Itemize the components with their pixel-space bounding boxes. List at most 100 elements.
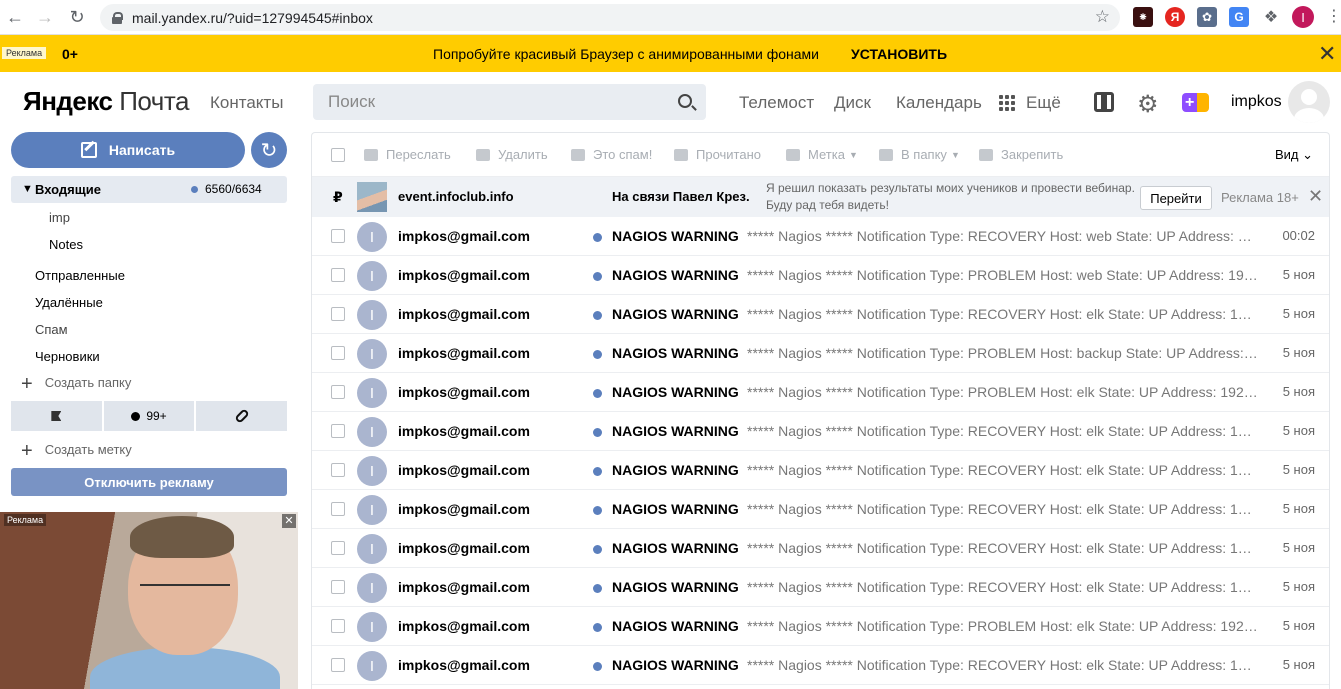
spam-button[interactable]: Это спам! [571,147,652,162]
ad-close-icon[interactable]: ✕ [1308,186,1323,207]
theme-icon[interactable] [1094,92,1114,112]
message-checkbox[interactable] [331,502,345,516]
unread-dot-icon[interactable] [593,623,602,632]
message-row[interactable]: Iimpkos@gmail.com NAGIOS WARNING ***** Nag… [312,646,1329,685]
browser-menu-icon[interactable]: ⋮ [1326,7,1341,27]
banner-install-button[interactable]: УСТАНОВИТЬ [851,46,947,62]
apps-grid-icon[interactable] [999,95,1015,111]
yandex-extension-icon[interactable]: Я [1165,7,1185,27]
message-checkbox[interactable] [331,580,345,594]
settings-gear-icon[interactable]: ⚙ [1137,90,1159,119]
unread-dot-icon[interactable] [593,311,602,320]
sender-avatar[interactable]: I [357,339,387,369]
mark-read-button[interactable]: Прочитано [674,147,761,162]
unread-dot-icon[interactable] [593,272,602,281]
banner-message[interactable]: Попробуйте красивый Браузер с анимирован… [433,46,819,62]
message-checkbox[interactable] [331,307,345,321]
attachments-filter[interactable] [196,401,288,431]
move-folder-dropdown[interactable]: В папку ▼ [879,147,960,162]
sender-avatar[interactable]: I [357,417,387,447]
collapse-triangle-icon[interactable]: ▼ [22,183,33,195]
ad-go-button[interactable]: Перейти [1140,186,1212,210]
yandex-mail-logo[interactable]: Яндекс Почта [23,86,189,117]
sender-avatar[interactable]: I [357,573,387,603]
message-checkbox[interactable] [331,424,345,438]
address-bar[interactable]: mail.yandex.ru/?uid=127994545#inbox ☆ [100,4,1120,31]
user-avatar[interactable] [1288,81,1330,123]
create-label-link[interactable]: + Создать метку [21,440,132,463]
sender-avatar[interactable]: I [357,534,387,564]
unread-dot-icon[interactable] [593,662,602,671]
sender-avatar[interactable]: I [357,456,387,486]
yandex-plus-badge[interactable]: + [1182,93,1209,112]
message-row[interactable]: Iimpkos@gmail.com NAGIOS WARNING ***** Nag… [312,373,1329,412]
message-row[interactable]: Iimpkos@gmail.com NAGIOS WARNING ***** Nag… [312,451,1329,490]
banner-close-icon[interactable]: ✕ [1318,41,1336,67]
message-row[interactable]: Iimpkos@gmail.com NAGIOS WARNING ***** Nag… [312,412,1329,451]
folder-deleted[interactable]: Удалённые [35,295,103,310]
folder-sent[interactable]: Отправленные [35,268,125,283]
sender-avatar[interactable]: I [357,612,387,642]
disk-link[interactable]: Диск [834,93,871,113]
disable-ads-button[interactable]: Отключить рекламу [11,468,287,496]
message-row[interactable]: Iimpkos@gmail.com NAGIOS WARNING ***** Nag… [312,334,1329,373]
pdf-extension-icon[interactable]: ⁕ [1133,7,1153,27]
sender-avatar[interactable]: I [357,378,387,408]
message-row[interactable]: Iimpkos@gmail.com NAGIOS WARNING ***** Nag… [312,295,1329,334]
select-all-checkbox[interactable] [331,148,345,162]
profile-avatar[interactable]: I [1292,6,1314,28]
sidebar-ad-image[interactable]: Реклама ✕ [0,512,298,689]
forward-arrow-icon[interactable]: → [32,4,58,30]
sender-avatar[interactable]: I [357,300,387,330]
bookmark-star-icon[interactable]: ☆ [1095,7,1110,27]
back-arrow-icon[interactable]: ← [2,4,28,30]
telemost-link[interactable]: Телемост [739,93,814,113]
message-row[interactable]: Iimpkos@gmail.com NAGIOS WARNING ***** Nag… [312,568,1329,607]
more-link[interactable]: Ещё [1026,93,1061,113]
extensions-icon[interactable]: ❖ [1261,7,1281,27]
unread-dot-icon[interactable] [593,389,602,398]
message-row[interactable]: Iimpkos@gmail.com NAGIOS WARNING ***** Nag… [312,217,1329,256]
delete-button[interactable]: Удалить [476,147,548,162]
sender-avatar[interactable]: I [357,495,387,525]
folder-inbox[interactable]: ▼ Входящие 6560/6634 [11,176,287,203]
search-input[interactable]: Поиск [313,84,706,120]
message-row[interactable]: Iimpkos@gmail.com NAGIOS WARNING ***** Nag… [312,607,1329,646]
message-checkbox[interactable] [331,229,345,243]
sidebar-ad-close-icon[interactable]: ✕ [282,514,296,528]
pin-button[interactable]: Закрепить [979,147,1063,162]
username[interactable]: impkos [1231,93,1282,111]
message-row[interactable]: Iimpkos@gmail.com NAGIOS WARNING ***** Nag… [312,490,1329,529]
unread-dot-icon[interactable] [593,506,602,515]
unread-dot-icon[interactable] [593,428,602,437]
contacts-link[interactable]: Контакты [210,93,283,113]
reload-icon[interactable]: ↻ [64,4,90,30]
translate-extension-icon[interactable]: G [1229,7,1249,27]
label-dropdown[interactable]: Метка ▼ [786,147,858,162]
folder-drafts[interactable]: Черновики [35,349,100,364]
sender-avatar[interactable]: I [357,651,387,681]
message-checkbox[interactable] [331,346,345,360]
ad-message-row[interactable]: ₽ event.infoclub.info На связи Павел Кре… [312,177,1329,217]
forward-button[interactable]: Переслать [364,147,451,162]
message-checkbox[interactable] [331,385,345,399]
message-checkbox[interactable] [331,463,345,477]
unread-dot-icon[interactable] [593,350,602,359]
message-checkbox[interactable] [331,541,345,555]
view-dropdown[interactable]: Вид ⌄ [1275,147,1313,163]
unread-dot-icon[interactable] [593,545,602,554]
sender-avatar[interactable]: I [357,222,387,252]
sender-avatar[interactable]: I [357,261,387,291]
message-row[interactable]: Iimpkos@gmail.com NAGIOS WARNING ***** Nag… [312,529,1329,568]
message-checkbox[interactable] [331,658,345,672]
create-folder-link[interactable]: + Создать папку [21,373,131,396]
puzzle-extension-icon[interactable]: ✿ [1197,7,1217,27]
unread-dot-icon[interactable] [593,233,602,242]
unread-dot-icon[interactable] [593,584,602,593]
flagged-filter[interactable] [11,401,102,431]
message-checkbox[interactable] [331,619,345,633]
calendar-link[interactable]: Календарь [896,93,982,113]
refresh-icon[interactable]: ↻ [251,132,287,168]
folder-imp[interactable]: imp [49,210,70,225]
folder-spam[interactable]: Спам [35,322,68,337]
